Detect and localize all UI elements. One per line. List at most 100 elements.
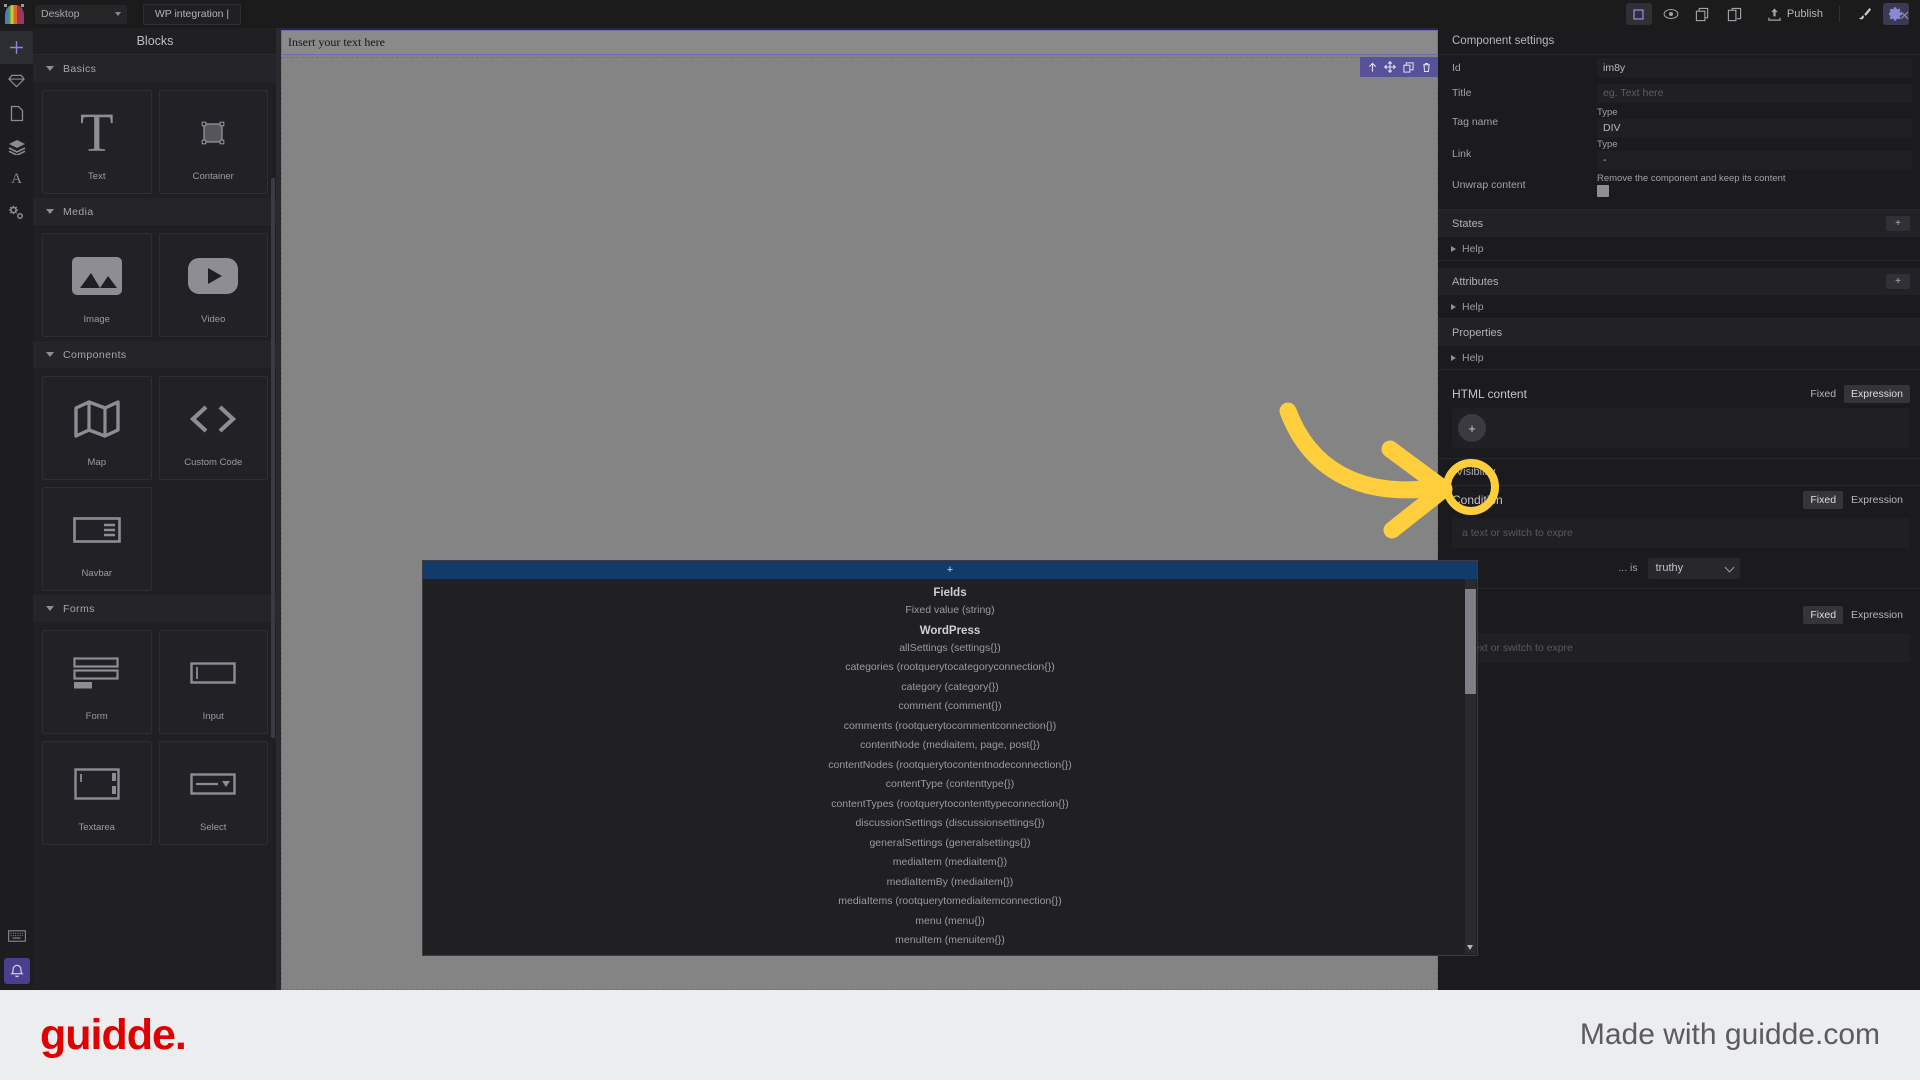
tab-wp-integration[interactable]: WP integration |: [143, 3, 241, 25]
settings-divider: [1438, 369, 1920, 370]
publish-button[interactable]: Publish: [1759, 3, 1831, 25]
id-input[interactable]: im8y: [1597, 58, 1912, 77]
add-state-button[interactable]: +: [1886, 216, 1910, 231]
condition-operator-select[interactable]: truthy: [1647, 557, 1740, 579]
html-content-header: HTML content Fixed Expression: [1438, 380, 1920, 408]
autocomplete-item[interactable]: allSettings (settings{}): [423, 639, 1477, 659]
block-card-select[interactable]: Select: [158, 741, 268, 845]
autocomplete-item[interactable]: generalSettings (generalsettings{}): [423, 834, 1477, 854]
html-content-expression-option[interactable]: Expression: [1844, 385, 1910, 403]
duplicate-icon[interactable]: [1400, 59, 1416, 75]
autocomplete-item[interactable]: mediaItemBy (mediaitem{}): [423, 873, 1477, 893]
autocomplete-item[interactable]: contentNodes (rootquerytocontentnodeconn…: [423, 756, 1477, 776]
move-up-icon[interactable]: [1364, 59, 1380, 75]
blocks-grid-forms: Form Input Textarea Select: [33, 622, 277, 849]
autocomplete-scrollbar-thumb[interactable]: [1465, 589, 1476, 694]
autocomplete-item[interactable]: Fixed value (string): [423, 601, 1477, 621]
autocomplete-item[interactable]: categories (rootquerytocategoryconnectio…: [423, 658, 1477, 678]
block-label: Navbar: [81, 567, 113, 579]
condition-input[interactable]: a text or switch to expre: [1452, 518, 1910, 548]
extra-field-fixed-option[interactable]: Fixed: [1803, 606, 1844, 624]
eye-icon[interactable]: [1658, 3, 1684, 25]
html-content-fixed-option[interactable]: Fixed: [1803, 385, 1843, 403]
block-card-form[interactable]: Form: [42, 630, 152, 734]
autocomplete-item[interactable]: contentTypes (rootquerytocontenttypeconn…: [423, 795, 1477, 815]
block-card-custom-code[interactable]: Custom Code: [158, 376, 268, 480]
autocomplete-add-row[interactable]: +: [423, 561, 1477, 579]
settings-panel-title: Component settings: [1452, 35, 1555, 47]
close-icon[interactable]: ✕: [1899, 9, 1910, 22]
condition-expression-option[interactable]: Expression: [1844, 491, 1910, 509]
chevron-down-icon: [1724, 562, 1735, 572]
blocks-group-components[interactable]: Components: [33, 341, 277, 368]
autocomplete-item[interactable]: mediaItems (rootquerytomediaitemconnecti…: [423, 892, 1477, 912]
autocomplete-item[interactable]: discussionSettings (discussionsettings{}…: [423, 814, 1477, 834]
section-title: States: [1452, 217, 1484, 230]
states-help-row[interactable]: Help: [1438, 237, 1920, 260]
autocomplete-item[interactable]: comment (comment{}): [423, 697, 1477, 717]
html-content-add-button[interactable]: +: [1458, 414, 1486, 442]
tagname-select[interactable]: DIV: [1597, 118, 1912, 138]
block-card-navbar[interactable]: Navbar: [42, 487, 152, 591]
block-card-input[interactable]: Input: [158, 630, 268, 734]
attributes-help-row[interactable]: Help: [1438, 295, 1920, 318]
brush-icon[interactable]: [1851, 3, 1877, 25]
guidde-logo-text: guidde.: [40, 1010, 187, 1059]
block-card-textarea[interactable]: Textarea: [42, 741, 152, 845]
rail-item-design[interactable]: [0, 64, 33, 97]
block-card-text[interactable]: T Text: [42, 90, 152, 194]
chevron-down-icon: [46, 209, 54, 214]
block-card-video[interactable]: Video: [158, 233, 268, 337]
top-toolbar-actions: Publish: [1623, 0, 1912, 28]
chevron-down-icon: [46, 66, 54, 71]
block-card-image[interactable]: Image: [42, 233, 152, 337]
autocomplete-item[interactable]: category (category{}): [423, 678, 1477, 698]
chevron-right-icon: [1451, 354, 1456, 361]
condition-fixed-option[interactable]: Fixed: [1803, 491, 1844, 509]
blocks-grid-components: Map Custom Code Navbar: [33, 368, 277, 595]
device-preview-select[interactable]: Desktop: [35, 4, 127, 24]
html-content-mode-toggle: Fixed Expression: [1803, 385, 1910, 403]
delete-icon[interactable]: [1418, 59, 1434, 75]
section-states: States +: [1438, 210, 1920, 237]
blocks-panel-scrollbar[interactable]: [271, 178, 275, 738]
map-icon: [74, 389, 120, 449]
scroll-down-arrow-icon[interactable]: [1467, 945, 1473, 950]
autocomplete-item[interactable]: mediaItem (mediaitem{}): [423, 853, 1477, 873]
blocks-group-media[interactable]: Media: [33, 198, 277, 225]
rail-item-keyboard[interactable]: [0, 919, 33, 952]
extra-field-input[interactable]: a text or switch to expre: [1452, 633, 1910, 663]
rail-item-notifications[interactable]: [3, 958, 30, 984]
block-card-container[interactable]: Container: [158, 90, 268, 194]
paste-icon[interactable]: [1722, 3, 1748, 25]
autocomplete-item[interactable]: contentType (contenttype{}): [423, 775, 1477, 795]
title-input[interactable]: eg. Text here: [1597, 83, 1912, 103]
blocks-group-forms[interactable]: Forms: [33, 595, 277, 622]
frame-icon[interactable]: [1625, 3, 1652, 25]
settings-row-unwrap: Unwrap content Remove the component and …: [1438, 170, 1920, 200]
link-select[interactable]: -: [1597, 150, 1912, 170]
rail-item-typography[interactable]: A: [0, 163, 33, 196]
group-label: Components: [63, 348, 127, 361]
rail-item-settings[interactable]: [0, 196, 33, 229]
autocomplete-item[interactable]: menuItem (menuitem{}): [423, 931, 1477, 951]
autocomplete-item[interactable]: comments (rootquerytocommentconnection{}…: [423, 717, 1477, 737]
block-label: Image: [83, 313, 110, 325]
rail-item-add[interactable]: [0, 31, 33, 64]
extra-field-expression-option[interactable]: Expression: [1844, 606, 1910, 624]
rail-item-pages[interactable]: [0, 97, 33, 130]
properties-help-row[interactable]: Help: [1438, 346, 1920, 369]
block-label: Map: [87, 456, 106, 468]
block-card-map[interactable]: Map: [42, 376, 152, 480]
blocks-grid-basics: T Text Container: [33, 82, 277, 198]
drag-move-icon[interactable]: [1382, 59, 1398, 75]
rail-item-layers[interactable]: [0, 130, 33, 163]
copy-icon[interactable]: [1690, 3, 1716, 25]
blocks-group-basics[interactable]: Basics: [33, 55, 277, 82]
unwrap-content-checkbox[interactable]: [1597, 185, 1609, 197]
autocomplete-item[interactable]: contentNode (mediaitem, page, post{}): [423, 736, 1477, 756]
add-attribute-button[interactable]: +: [1886, 274, 1910, 289]
settings-row-title: Title eg. Text here: [1438, 80, 1920, 106]
autocomplete-item[interactable]: menu (menu{}): [423, 912, 1477, 932]
canvas-text-block[interactable]: Insert your text here: [281, 30, 1438, 55]
